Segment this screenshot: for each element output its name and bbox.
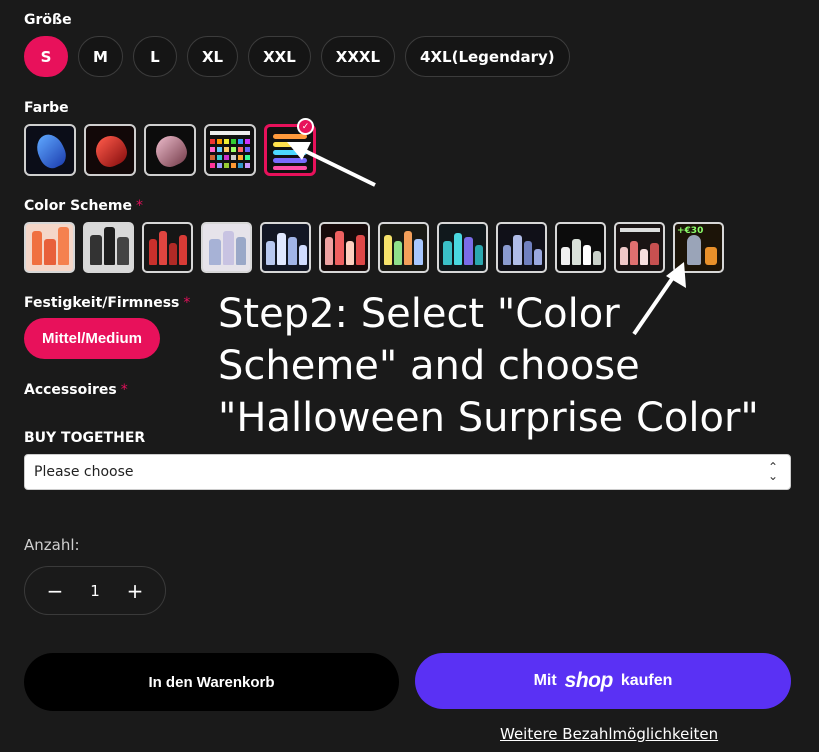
size-option-m[interactable]: M <box>78 36 123 77</box>
color-swatch-palette[interactable] <box>204 124 256 176</box>
color-scheme-option-1[interactable] <box>24 222 75 273</box>
buy-together-label: BUY TOGETHER <box>24 430 146 446</box>
color-scheme-option-6[interactable] <box>319 222 370 273</box>
color-scheme-option-4[interactable] <box>201 222 252 273</box>
firmness-option-medium[interactable]: Mittel/Medium <box>24 318 160 359</box>
size-option-xl[interactable]: XL <box>186 36 239 77</box>
color-label: Farbe <box>24 100 69 116</box>
selected-check-icon: ✓ <box>297 118 314 135</box>
pointer-arrow-icon <box>287 142 376 187</box>
color-scheme-option-2[interactable] <box>83 222 134 273</box>
size-label: Größe <box>24 12 72 28</box>
color-scheme-label: Color Scheme * <box>24 198 144 214</box>
size-option-xxxl[interactable]: XXXL <box>320 36 396 77</box>
color-scheme-option-9[interactable] <box>496 222 547 273</box>
add-to-cart-button[interactable]: In den Warenkorb <box>24 653 399 711</box>
color-scheme-option-7[interactable] <box>378 222 429 273</box>
color-scheme-option-10[interactable] <box>555 222 606 273</box>
select-chevron-icon: ⌃ ⌄ <box>767 460 778 483</box>
shop-pay-prefix: Mit <box>533 672 557 689</box>
quantity-input[interactable]: 1 <box>80 582 110 600</box>
plus-icon[interactable]: + <box>123 579 147 603</box>
shop-logo-icon: shop <box>564 669 614 692</box>
buy-together-placeholder: Please choose <box>34 464 134 480</box>
size-options: S M L XL XXL XXXL 4XL(Legendary) <box>24 36 570 77</box>
size-option-s[interactable]: S <box>24 36 68 77</box>
more-payment-options-link[interactable]: Weitere Bezahlmöglichkeiten <box>500 725 718 743</box>
buy-together-select[interactable]: Please choose ⌃ ⌄ <box>24 454 791 490</box>
color-swatch-red[interactable] <box>84 124 136 176</box>
instruction-overlay: Step2: Select "Color Scheme" and choose … <box>218 291 759 441</box>
shop-pay-suffix: kaufen <box>620 672 673 689</box>
size-option-4xl[interactable]: 4XL(Legendary) <box>405 36 570 77</box>
minus-icon[interactable]: − <box>43 579 67 603</box>
color-scheme-option-5[interactable] <box>260 222 311 273</box>
color-swatch-blue[interactable] <box>24 124 76 176</box>
color-swatches <box>24 124 316 176</box>
firmness-label: Festigkeit/Firmness * <box>24 295 191 311</box>
size-option-xxl[interactable]: XXL <box>248 36 311 77</box>
quantity-stepper: − 1 + <box>24 566 166 615</box>
size-option-l[interactable]: L <box>132 36 177 77</box>
color-scheme-option-8[interactable] <box>437 222 488 273</box>
accessories-label: Accessoires * <box>24 382 128 398</box>
quantity-label: Anzahl: <box>24 536 80 554</box>
color-scheme-option-3[interactable] <box>142 222 193 273</box>
color-scheme-swatches: +€30 <box>24 222 724 273</box>
shop-pay-button[interactable]: Mit shop kaufen <box>415 653 791 709</box>
color-swatch-pink[interactable] <box>144 124 196 176</box>
